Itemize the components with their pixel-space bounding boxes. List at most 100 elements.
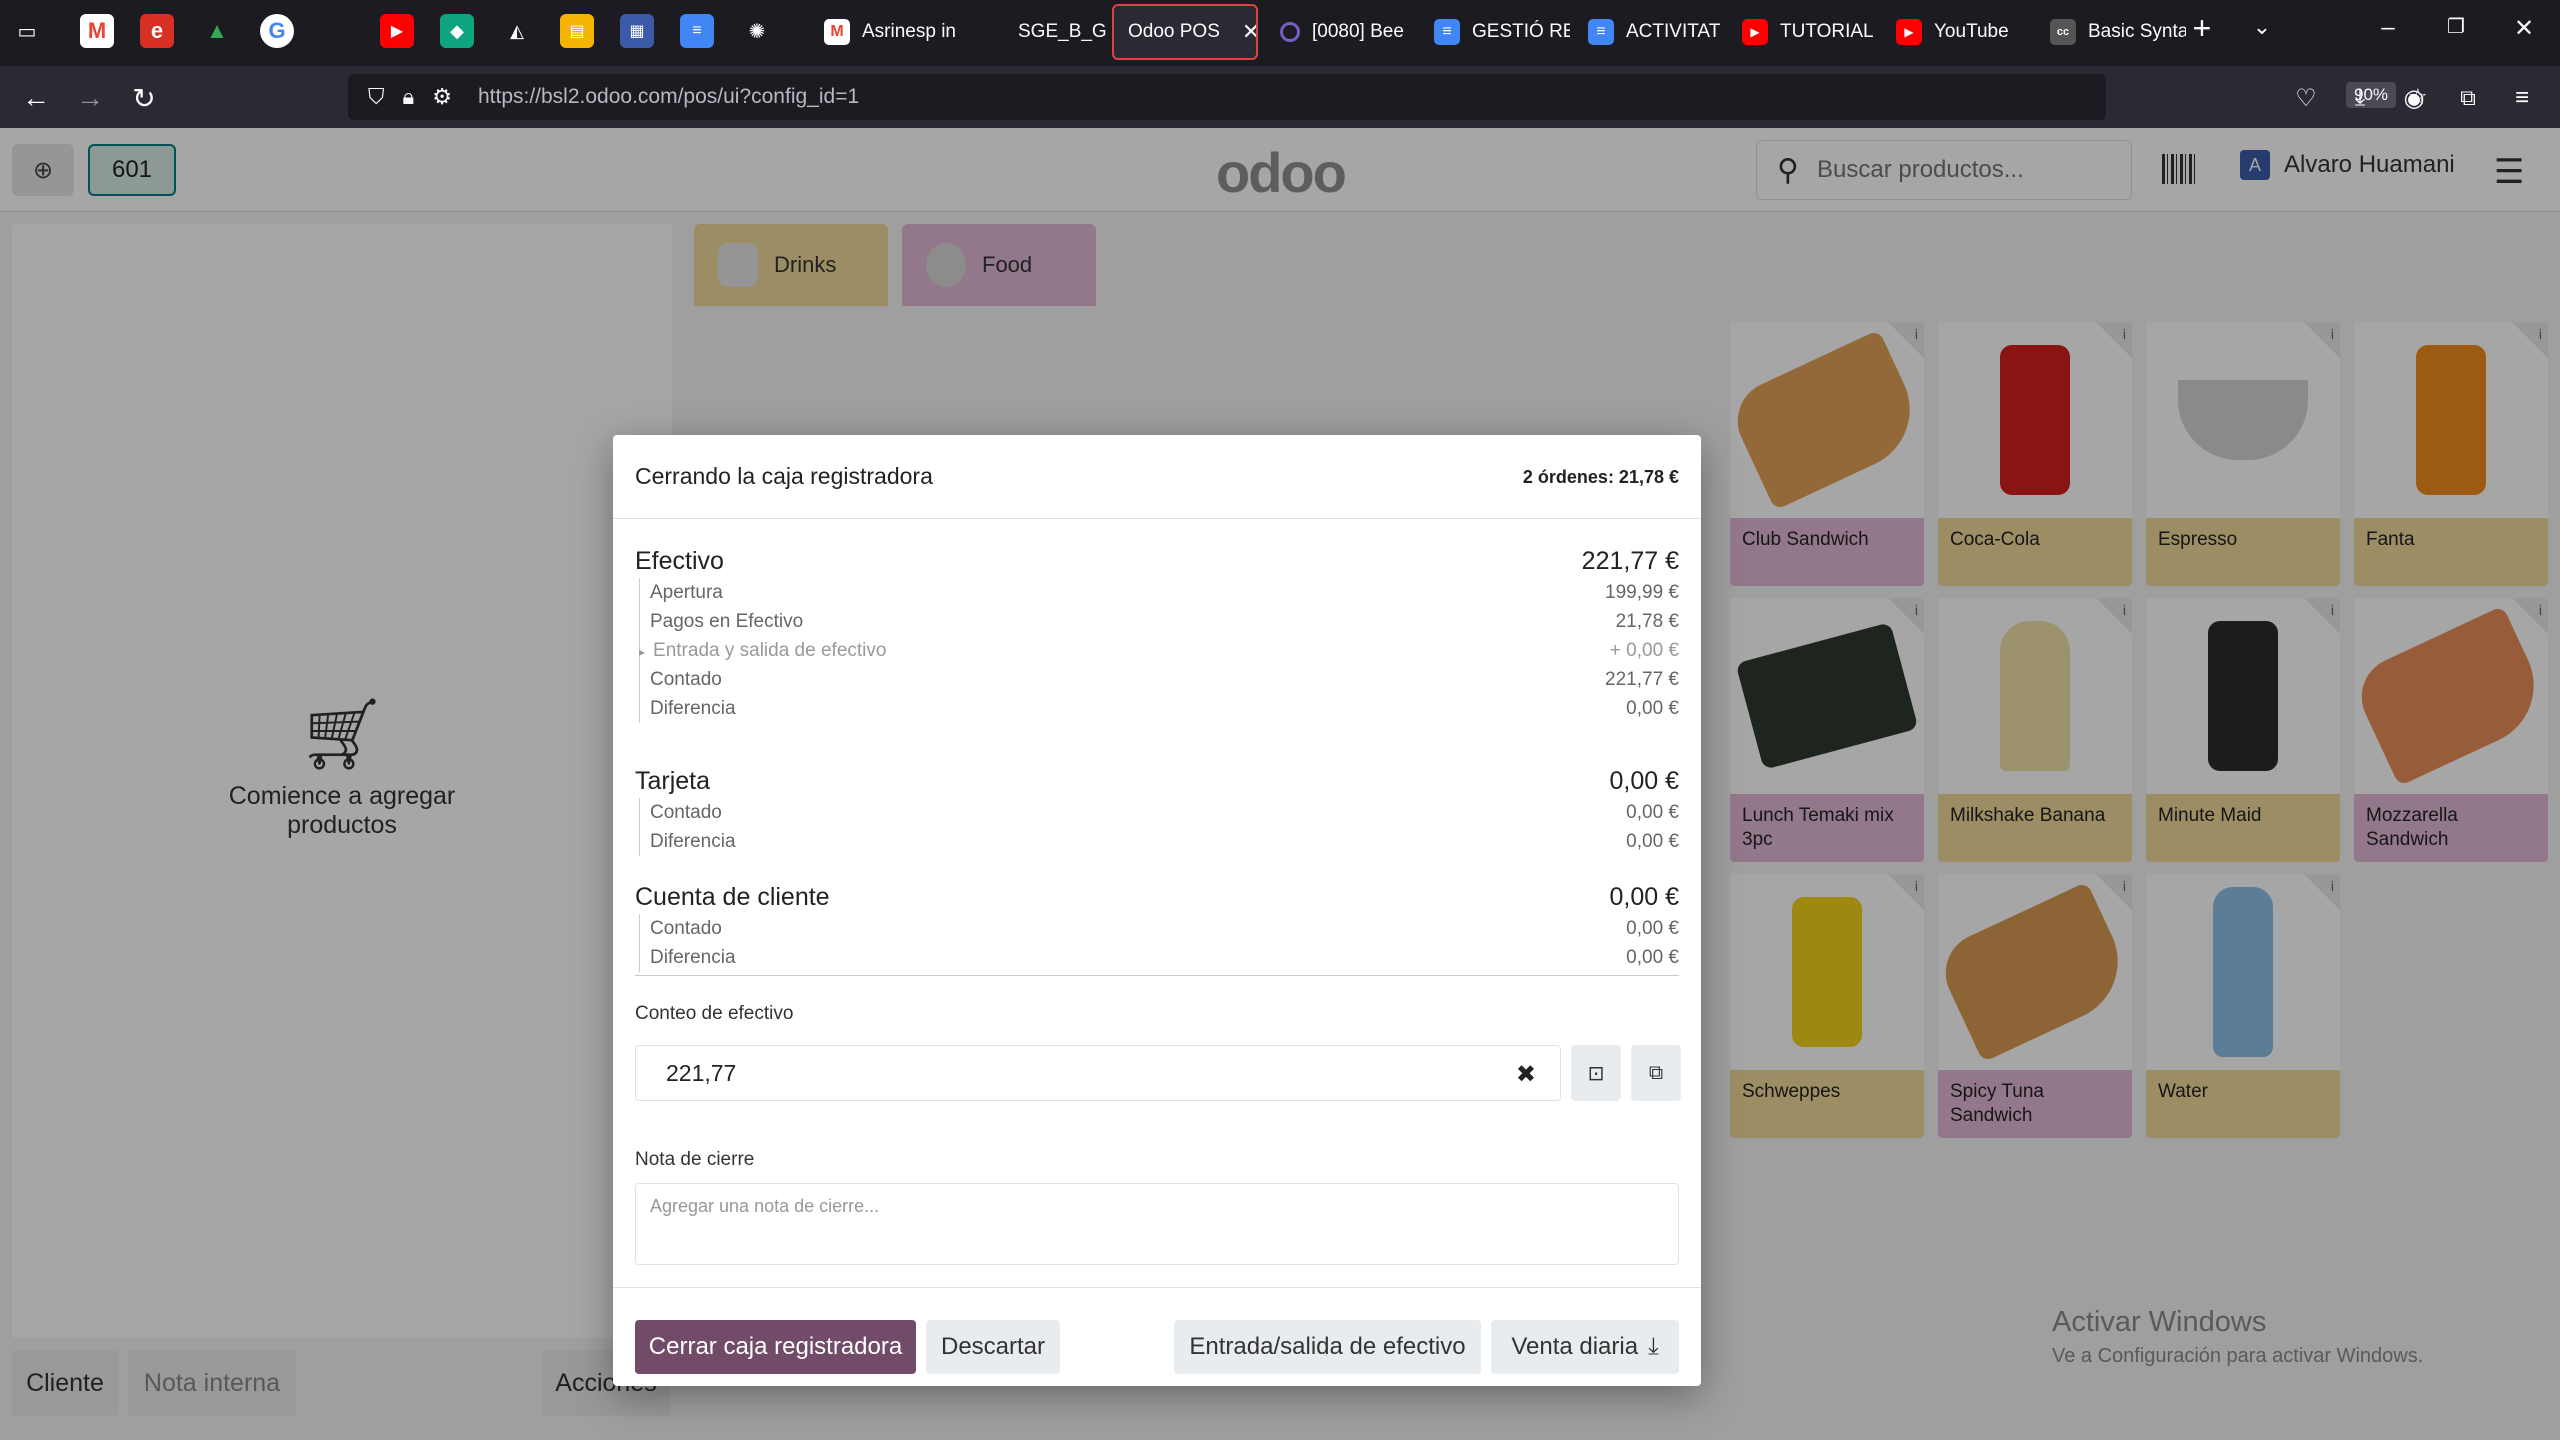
section-title: Tarjeta (635, 766, 711, 795)
row-label: Diferencia (650, 946, 736, 968)
row-value: 0,00 € (1626, 801, 1679, 823)
drive-pinned-icon[interactable]: ▲ (200, 14, 234, 48)
close-register-dialog: Cerrando la caja registradora 2 órdenes:… (613, 435, 1701, 1386)
row-label: Entrada y salida de efectivo (653, 639, 887, 661)
divider (635, 975, 1679, 976)
daily-sale-button[interactable]: Venta diaria ⤓ (1491, 1320, 1679, 1374)
tab-basic-syntax[interactable]: cc Basic Synta (2036, 4, 2186, 60)
copy-icon: ⧉ (1648, 1061, 1664, 1084)
tab-tutorial[interactable]: ▶ TUTORIAL (1728, 4, 1878, 60)
cash-section: Efectivo 221,77 € Apertura 199,99 € Pagos… (635, 544, 1679, 723)
forms-pinned-icon[interactable]: ▦ (620, 14, 654, 48)
section-total: 221,77 € (1581, 546, 1679, 575)
tab-odoo-pos[interactable]: Odoo POS ✕ (1112, 4, 1258, 60)
tab-label: Basic Synta (2088, 21, 2186, 42)
extensions-icon[interactable]: ⧉ (2448, 78, 2488, 118)
row-label: Apertura (650, 581, 723, 603)
restore-icon[interactable]: ❐ (2436, 14, 2476, 39)
row-value: 199,99 € (1605, 581, 1679, 603)
row-label: Diferencia (650, 697, 736, 719)
tab-label: GESTIÓ RE (1472, 21, 1570, 42)
customer-account-section: Cuenta de cliente 0,00 € Contado 0,00 € D… (635, 880, 1679, 972)
clear-icon[interactable]: ✖ (1516, 1060, 1536, 1089)
window-close-icon[interactable]: ✕ (2504, 14, 2544, 43)
tab-gmail[interactable]: M Asrinesp in (810, 4, 960, 60)
tab-label: YouTube (1934, 21, 2009, 42)
cash-count-value[interactable]: 221,77 (666, 1060, 736, 1087)
odoo-icon (980, 19, 1006, 45)
close-tab-icon[interactable]: ✕ (1242, 19, 1256, 45)
docs-icon: ≡ (1588, 19, 1614, 45)
gmail-icon: M (824, 19, 850, 45)
dialog-header: Cerrando la caja registradora 2 órdenes:… (613, 435, 1701, 519)
tab-label: [0080] Bee (1312, 21, 1404, 42)
account-icon[interactable]: ◉ (2394, 78, 2434, 118)
tab-label: TUTORIAL (1780, 21, 1874, 42)
tab-activitat[interactable]: ≡ ACTIVITAT (1574, 4, 1724, 60)
row-label: Diferencia (650, 830, 736, 852)
back-icon[interactable]: ← (16, 78, 56, 118)
youtube-icon: ▶ (1742, 19, 1768, 45)
tab-gestio[interactable]: ≡ GESTIÓ RE (1420, 4, 1570, 60)
close-register-button[interactable]: Cerrar caja registradora (635, 1320, 916, 1374)
circle-icon (1280, 22, 1300, 42)
row-label: Contado (650, 801, 722, 823)
cash-in-out-toggle[interactable]: ▸ Entrada y salida de efectivo + 0,00 € (639, 636, 1679, 665)
game-pinned-icon[interactable]: ◭ (500, 14, 534, 48)
new-tab-icon[interactable]: + (2182, 10, 2222, 47)
tab-label: ACTIVITAT (1626, 21, 1721, 42)
youtube-pinned-icon[interactable]: ▶ (380, 14, 414, 48)
tab-youtube[interactable]: ▶ YouTube (1882, 4, 2032, 60)
cash-count-label: Conteo de efectivo (635, 1003, 794, 1024)
download-icon: ⤓ (1648, 1333, 1659, 1360)
section-title: Efectivo (635, 546, 724, 575)
docs-pinned-icon[interactable]: ≡ (680, 14, 714, 48)
tab-bee[interactable]: [0080] Bee (1266, 4, 1416, 60)
dialog-title: Cerrando la caja registradora (635, 463, 933, 489)
copy-amount-button[interactable]: ⧉ (1631, 1045, 1681, 1101)
menu-icon[interactable]: ≡ (2502, 78, 2542, 118)
openai-pinned-icon[interactable]: ✺ (740, 14, 774, 48)
tab-sge[interactable]: SGE_B_GR (966, 4, 1106, 60)
lock-icon[interactable]: 🔒︎ (403, 84, 415, 110)
pocket-icon[interactable]: ♡ (2286, 78, 2326, 118)
tab-list-chevron-icon[interactable]: ⌄ (2242, 14, 2282, 40)
closing-note-label: Nota de cierre (635, 1149, 755, 1170)
shield-icon[interactable]: ⛉ (368, 84, 385, 110)
row-value: + 0,00 € (1609, 639, 1679, 661)
cash-count-input[interactable]: 221,77 ✖ (635, 1045, 1561, 1101)
browser-nav-bar: ← → ↻ ⛉ 🔒︎ ⚙ https://bsl2.odoo.com/pos/u… (0, 66, 2560, 128)
google-pinned-icon[interactable]: G (260, 14, 294, 48)
cash-in-out-button[interactable]: Entrada/salida de efectivo (1174, 1320, 1481, 1374)
slides-pinned-icon[interactable]: ▤ (560, 14, 594, 48)
row-value: 0,00 € (1626, 917, 1679, 939)
row-value: 221,77 € (1605, 668, 1679, 690)
discard-button[interactable]: Descartar (926, 1320, 1060, 1374)
daily-sale-label: Venta diaria (1511, 1333, 1639, 1360)
section-total: 0,00 € (1609, 882, 1679, 911)
orders-summary: 2 órdenes: 21,78 € (1522, 467, 1679, 487)
youtube-icon: ▶ (1896, 19, 1922, 45)
row-value: 0,00 € (1626, 697, 1679, 719)
reload-icon[interactable]: ↻ (124, 78, 164, 118)
closing-note-field[interactable] (635, 1183, 1679, 1265)
tab-label: Odoo POS (1128, 21, 1220, 42)
section-total: 0,00 € (1609, 766, 1679, 795)
url-text[interactable]: https://bsl2.odoo.com/pos/ui?config_id=1 (478, 85, 859, 109)
row-value: 21,78 € (1615, 610, 1679, 632)
docs-icon: ≡ (1434, 19, 1460, 45)
caret-right-icon: ▸ (639, 644, 646, 659)
tab-label: Asrinesp in (862, 21, 956, 42)
dialog-footer: Cerrar caja registradora Descartar Entra… (613, 1287, 1701, 1386)
money-bill-icon: ⊡ (1587, 1062, 1605, 1085)
edge-pinned-icon[interactable]: e (140, 14, 174, 48)
permissions-icon[interactable]: ⚙ (432, 84, 452, 110)
tab-overview-icon[interactable]: ▭ (10, 14, 44, 48)
cash-details-button[interactable]: ⊡ (1571, 1045, 1621, 1101)
shield-pinned-icon[interactable]: ◆ (440, 14, 474, 48)
forward-icon[interactable]: → (70, 78, 110, 118)
address-bar[interactable]: ⛉ 🔒︎ ⚙ https://bsl2.odoo.com/pos/ui?conf… (348, 74, 2428, 120)
download-icon[interactable]: ⤓ (2340, 78, 2380, 118)
minimize-icon[interactable]: – (2368, 14, 2408, 42)
gmail-pinned-icon[interactable]: M (80, 14, 114, 48)
